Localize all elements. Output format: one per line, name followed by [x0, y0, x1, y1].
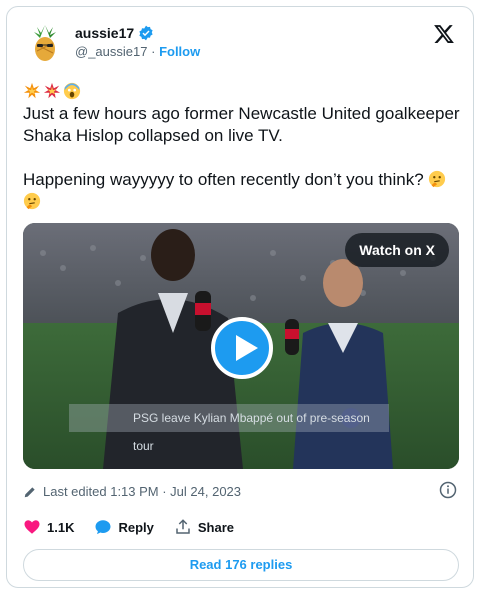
separator: ·	[151, 44, 156, 59]
verified-badge-icon	[139, 25, 153, 41]
collision-emoji-icon	[23, 82, 41, 99]
action-bar: 1.1K Reply Share	[23, 515, 234, 539]
x-logo-icon[interactable]	[433, 23, 455, 45]
reply-label: Reply	[118, 519, 154, 535]
share-icon	[176, 519, 190, 534]
reply-bubble-icon	[95, 520, 111, 535]
emoji-line	[23, 81, 463, 103]
info-icon[interactable]	[439, 481, 457, 499]
follow-button[interactable]: Follow	[159, 44, 200, 59]
reply-button[interactable]: Reply	[94, 518, 154, 536]
pencil-icon	[24, 486, 35, 497]
tweet-line-2: Happening wayyyyy to often recently don’…	[23, 169, 463, 213]
read-replies-button[interactable]: Read 176 replies	[23, 549, 459, 581]
avatar[interactable]	[23, 21, 67, 65]
screaming-face-emoji-icon	[63, 82, 81, 100]
thinking-face-emoji-icon	[429, 170, 446, 188]
collision-emoji-icon	[43, 82, 61, 99]
like-count: 1.1K	[47, 519, 75, 535]
display-name[interactable]: aussie17	[75, 25, 134, 41]
tweet-header: aussie17 @_aussie17 · Follow	[23, 21, 457, 69]
video-player[interactable]: Watch on X PSG leave Kylian Mbappé out o…	[23, 223, 459, 469]
play-button[interactable]	[211, 317, 273, 379]
handle[interactable]: @_aussie17	[75, 44, 147, 59]
edited-timestamp-row: Last edited 1:13 PM · Jul 24, 2023	[23, 484, 241, 499]
edited-timestamp[interactable]: Last edited 1:13 PM · Jul 24, 2023	[43, 484, 241, 499]
thinking-face-emoji-icon	[23, 192, 41, 210]
share-label: Share	[197, 519, 235, 535]
tweet-text: Just a few hours ago former Newcastle Un…	[23, 81, 463, 213]
tweet-card: aussie17 @_aussie17 · Follow Just a few …	[6, 6, 474, 588]
video-ticker: PSG leave Kylian Mbappé out of pre-seaso…	[69, 404, 389, 453]
watch-on-x-button[interactable]: Watch on X	[345, 233, 449, 267]
tweet-line-1: Just a few hours ago former Newcastle Un…	[23, 104, 460, 145]
heart-icon	[24, 520, 40, 534]
share-button[interactable]: Share	[174, 518, 234, 536]
like-button[interactable]: 1.1K	[23, 518, 74, 536]
